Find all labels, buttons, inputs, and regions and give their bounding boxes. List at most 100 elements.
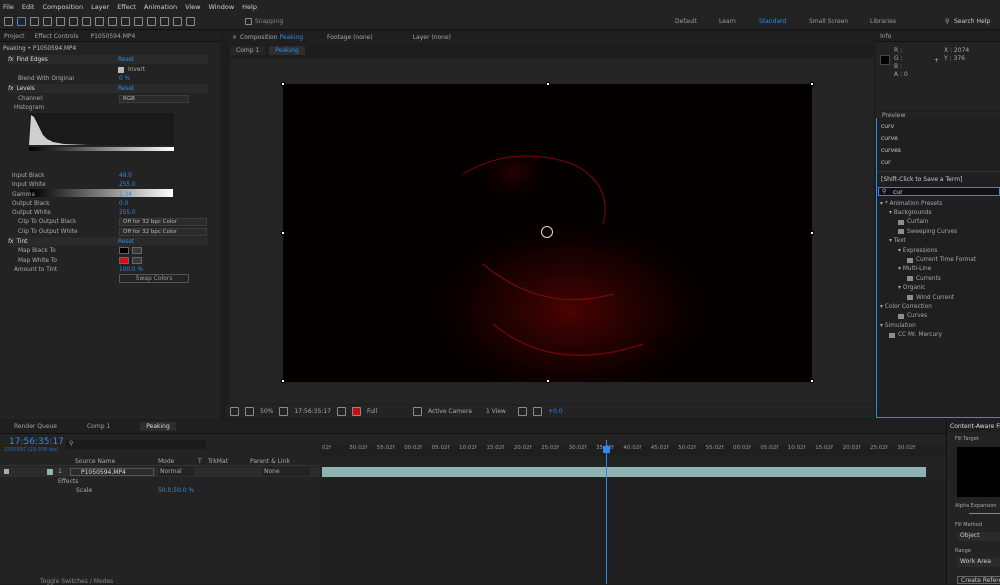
transform-handle[interactable]: [546, 379, 550, 383]
workspace-libraries[interactable]: Libraries: [870, 18, 896, 25]
create-reference-frame-button[interactable]: Create Reference Frame: [957, 576, 1000, 584]
search-icon[interactable]: ⚲: [945, 18, 949, 25]
region-icon[interactable]: [412, 407, 422, 416]
layer-name[interactable]: P1050594.MP4: [70, 468, 154, 476]
menu-view[interactable]: View: [185, 3, 200, 11]
tree-item[interactable]: ▾ Multi-Line: [880, 265, 976, 274]
autocomplete-item[interactable]: curve: [881, 133, 901, 145]
camera-dropdown[interactable]: Active Camera: [428, 408, 480, 415]
workspace-standard[interactable]: Standard: [759, 18, 786, 25]
camera-snapshot-icon[interactable]: [336, 407, 346, 416]
magnifier-icon[interactable]: [230, 407, 239, 416]
rectangle-tool-icon[interactable]: [95, 17, 104, 26]
clip-black-dropdown[interactable]: Off for 32 bpc Color: [119, 218, 207, 226]
workspace-default[interactable]: Default: [675, 18, 697, 25]
tab-info[interactable]: Info: [880, 33, 891, 40]
clip-white-dropdown[interactable]: Off for 32 bpc Color: [119, 228, 207, 236]
eraser-tool-icon[interactable]: [160, 17, 169, 26]
hand-tool-icon[interactable]: [30, 17, 39, 26]
tab-composition[interactable]: Composition: [240, 34, 277, 41]
transform-handle[interactable]: [281, 231, 285, 235]
zoom-tool-icon[interactable]: [43, 17, 52, 26]
tree-item[interactable]: Current Time Format: [880, 255, 976, 264]
tree-item[interactable]: ▾ Backgrounds: [880, 208, 976, 217]
blend-value[interactable]: 0 %: [119, 76, 130, 82]
roto-brush-icon[interactable]: [173, 17, 182, 26]
timeline-timecode[interactable]: 17:56:35:17: [9, 437, 64, 447]
autocomplete-item[interactable]: cur: [881, 157, 901, 169]
levels-row[interactable]: fx Levels Reset: [8, 84, 208, 93]
transform-handle[interactable]: [546, 82, 550, 86]
timeline-search-input[interactable]: ⚲: [66, 440, 206, 449]
camera-tool-icon[interactable]: [69, 17, 78, 26]
tint-row[interactable]: fx Tint Reset: [8, 237, 208, 246]
amount-value[interactable]: 100.0 %: [119, 267, 143, 273]
tint-reset[interactable]: Reset: [118, 239, 134, 245]
tree-item[interactable]: ▾ Simulation: [880, 321, 976, 330]
histogram[interactable]: [29, 113, 176, 153]
tree-item[interactable]: ▾ * Animation Presets: [880, 199, 976, 208]
menu-window[interactable]: Window: [209, 3, 235, 11]
snapping-checkbox[interactable]: [245, 18, 252, 25]
transform-handle[interactable]: [281, 379, 285, 383]
find-edges-reset[interactable]: Reset: [118, 57, 134, 63]
fast-preview-icon[interactable]: [517, 407, 527, 416]
layer-bar[interactable]: [322, 467, 926, 477]
fit-icon[interactable]: [279, 407, 289, 416]
find-edges-row[interactable]: fx Find Edges Reset: [8, 55, 208, 64]
menu-effect[interactable]: Effect: [117, 3, 136, 11]
resolution-dropdown[interactable]: Full: [367, 408, 407, 415]
zoom-dropdown[interactable]: 50%: [260, 408, 273, 415]
breadcrumb-comp1[interactable]: Comp 1: [230, 46, 266, 55]
eyedropper-icon[interactable]: [132, 247, 142, 254]
label-color-icon[interactable]: [47, 469, 53, 475]
eye-icon[interactable]: [4, 469, 9, 474]
map-black-swatch[interactable]: [119, 247, 129, 254]
pan-behind-icon[interactable]: [82, 17, 91, 26]
layer-row[interactable]: 1 P1050594.MP4 Normal None: [0, 467, 320, 477]
tree-item[interactable]: ▾ Color Correction: [880, 302, 976, 311]
effects-group[interactable]: Effects: [58, 478, 78, 485]
close-icon[interactable]: ×: [232, 34, 237, 41]
search-input[interactable]: ⚲ cur: [878, 187, 1000, 196]
tree-item[interactable]: ▾ Organic: [880, 284, 976, 293]
autocomplete-item[interactable]: curves: [881, 145, 901, 157]
tab-project[interactable]: Project: [4, 33, 25, 40]
type-tool-icon[interactable]: [121, 17, 130, 26]
scale-property[interactable]: Scale: [76, 487, 92, 494]
grid-icon[interactable]: [245, 407, 254, 416]
tab-layer[interactable]: Layer (none): [413, 34, 451, 41]
brush-tool-icon[interactable]: [134, 17, 143, 26]
playhead[interactable]: [606, 440, 607, 584]
input-black-value[interactable]: 49.0: [119, 173, 132, 179]
tab-render-queue[interactable]: Render Queue: [14, 423, 57, 430]
anchor-point-icon[interactable]: [541, 226, 553, 238]
range-dropdown[interactable]: Work Area: [957, 558, 1000, 567]
invert-checkbox[interactable]: [118, 66, 124, 73]
swap-colors-button[interactable]: Swap Colors: [119, 274, 189, 283]
input-white-value[interactable]: 255.0: [119, 182, 136, 188]
layer-mode-dropdown[interactable]: Normal: [158, 467, 194, 476]
breadcrumb-peaking[interactable]: Peaking: [269, 46, 305, 55]
menu-file[interactable]: File: [3, 3, 14, 11]
tree-item[interactable]: Curves: [880, 312, 976, 321]
autocomplete-item[interactable]: curv: [881, 121, 901, 133]
show-channel-icon[interactable]: [351, 407, 361, 416]
workspace-small-screen[interactable]: Small Screen: [809, 18, 848, 25]
output-white-value[interactable]: 255.0: [119, 210, 136, 216]
gamma-value[interactable]: 1.34: [119, 192, 132, 198]
clone-stamp-icon[interactable]: [147, 17, 156, 26]
tab-comp-name[interactable]: Peaking: [280, 34, 304, 41]
eyedropper-icon[interactable]: [132, 257, 142, 264]
levels-reset[interactable]: Reset: [118, 86, 134, 92]
caf-title[interactable]: Content-Aware Fill: [947, 420, 1000, 432]
tree-item[interactable]: Wind Current: [880, 293, 976, 302]
tree-item[interactable]: ▾ Text: [880, 237, 976, 246]
menu-help[interactable]: Help: [242, 3, 257, 11]
puppet-pin-icon[interactable]: [186, 17, 195, 26]
tab-peaking[interactable]: Peaking: [140, 422, 176, 431]
menu-composition[interactable]: Composition: [42, 3, 83, 11]
map-white-swatch[interactable]: [119, 257, 129, 264]
pen-tool-icon[interactable]: [108, 17, 117, 26]
search-help[interactable]: Search Help: [954, 18, 990, 25]
